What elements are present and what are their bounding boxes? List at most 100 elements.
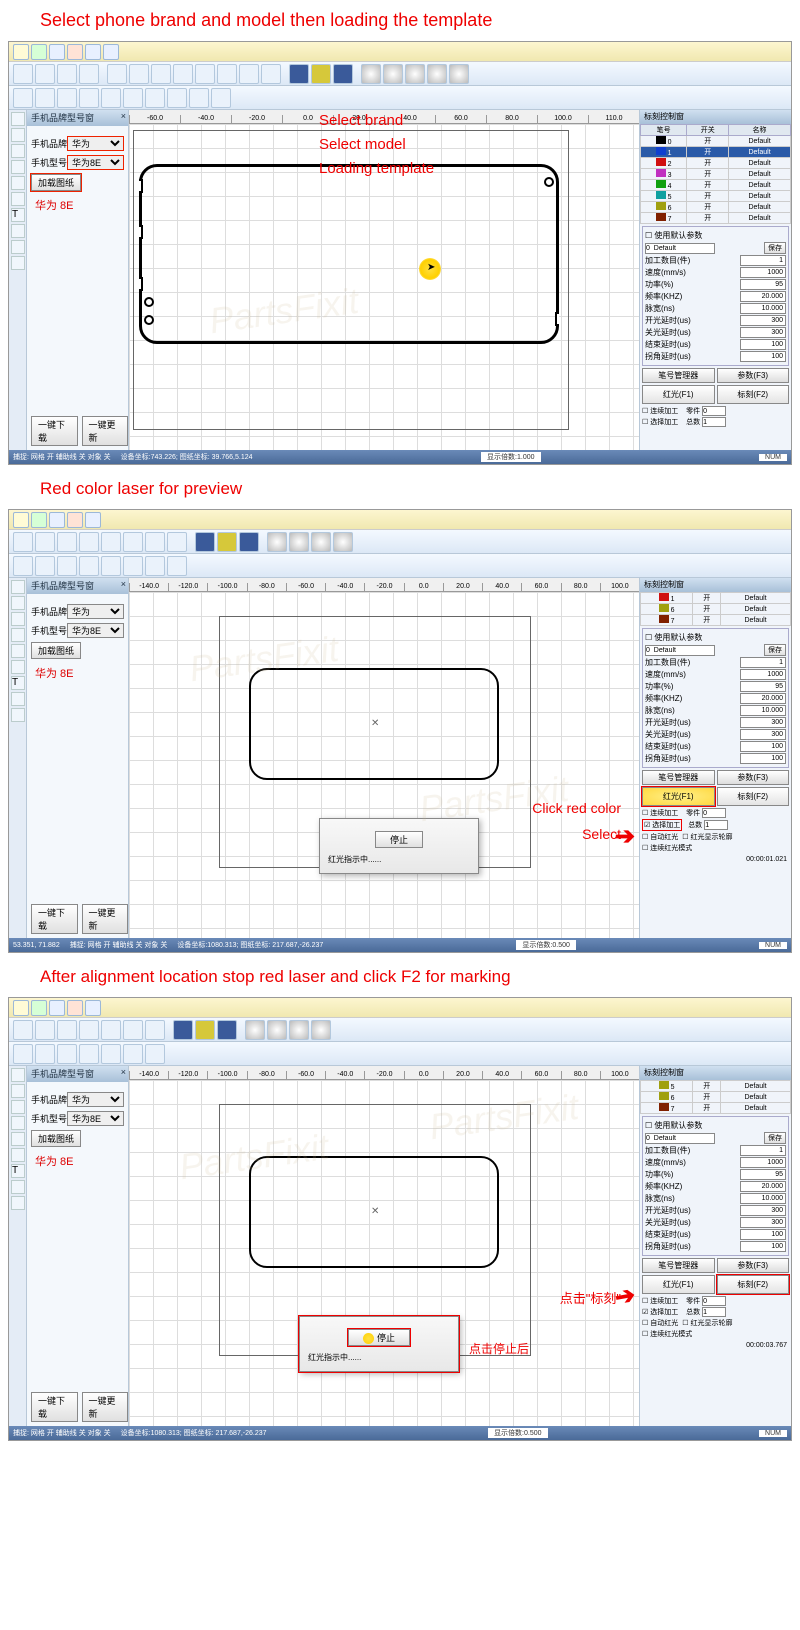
param-f3-button[interactable]: 参数(F3) [717,770,790,785]
menu-undo-icon[interactable] [67,44,83,60]
tool-btn[interactable] [217,64,237,84]
param-input[interactable] [740,1241,786,1252]
tool-icon[interactable] [11,580,25,594]
param-input[interactable] [740,681,786,692]
parts-input[interactable] [702,1296,726,1306]
tool-icon[interactable] [11,628,25,642]
save-btn[interactable]: 保存 [764,1132,786,1144]
brand-select[interactable]: 华为 [67,604,124,619]
param-input[interactable] [740,327,786,338]
menu-open-icon[interactable] [31,44,47,60]
close-icon[interactable]: × [121,1067,126,1077]
total-input[interactable] [702,417,726,427]
select-tool-icon[interactable] [11,112,25,126]
tool-btn[interactable] [35,1020,55,1040]
param-input[interactable] [740,291,786,302]
zoom-icon[interactable] [383,64,403,84]
shape-tool[interactable] [35,1044,55,1064]
tool-btn[interactable] [123,532,143,552]
tool-btn[interactable] [239,532,259,552]
menu-new-icon[interactable] [13,44,29,60]
tool-icon[interactable] [11,1180,25,1194]
tool-btn[interactable] [57,1020,77,1040]
zoom-icon[interactable] [427,64,447,84]
shape-tool[interactable] [211,88,231,108]
zoom-icon[interactable] [449,64,469,84]
update-button[interactable]: 一键更新 [82,904,129,934]
total-input[interactable] [704,820,728,830]
zoom-icon[interactable] [311,1020,331,1040]
tool-btn[interactable] [173,1020,193,1040]
tool-hatch-icon[interactable] [289,64,309,84]
shape-tool[interactable] [145,1044,165,1064]
tool-btn[interactable] [145,532,165,552]
close-icon[interactable]: × [121,579,126,589]
load-template-button[interactable]: 加载图纸 [31,642,81,659]
param-input[interactable] [740,1145,786,1156]
shape-tool[interactable] [189,88,209,108]
zoom-icon[interactable] [289,532,309,552]
brand-select[interactable]: 华为 [67,136,124,151]
mark-f2-button[interactable]: 标刻(F2) [717,385,790,404]
shape-tool[interactable] [101,1044,121,1064]
line-tool-icon[interactable] [11,128,25,142]
circle-tool-icon[interactable] [11,176,25,190]
param-input[interactable] [740,741,786,752]
tool-btn[interactable] [35,532,55,552]
shape-tool[interactable] [79,88,99,108]
brand-select[interactable]: 华为 [67,1092,124,1107]
save-btn[interactable]: 保存 [764,644,786,656]
tool-btn[interactable] [217,532,237,552]
menu-redo-icon[interactable] [85,44,101,60]
zoom-icon[interactable] [333,532,353,552]
tool-icon[interactable] [11,1148,25,1162]
tool-btn[interactable] [13,1020,33,1040]
parts-input[interactable] [702,406,726,416]
tool-btn[interactable] [107,64,127,84]
parts-input[interactable] [702,808,726,818]
menu-save-icon[interactable] [49,44,65,60]
shape-tool[interactable] [123,556,143,576]
param-input[interactable] [740,1229,786,1240]
tool-btn[interactable] [217,1020,237,1040]
update-button[interactable]: 一键更新 [82,416,129,446]
param-input[interactable] [740,717,786,728]
menu-icon[interactable] [49,512,65,528]
rect-tool-icon[interactable] [11,160,25,174]
download-button[interactable]: 一键下载 [31,904,78,934]
menu-cut-icon[interactable] [103,44,119,60]
tool-icon[interactable]: T [11,676,25,690]
shape-tool[interactable] [167,556,187,576]
menu-icon[interactable] [67,512,83,528]
save-param-btn[interactable]: 保存 [764,242,786,254]
shape-tool[interactable] [167,88,187,108]
model-select[interactable]: 华为8E [67,155,124,170]
tool-btn[interactable] [57,532,77,552]
stop-button[interactable]: 停止 [348,1329,410,1346]
load-template-button[interactable]: 加载图纸 [31,174,81,191]
tool-btn[interactable] [35,64,55,84]
pen-table[interactable]: 笔号开关名称 0开Default 1开Default 2开Default 3开D… [640,124,791,224]
tool-icon[interactable] [11,660,25,674]
download-button[interactable]: 一键下载 [31,1392,78,1422]
shape-tool[interactable] [13,88,33,108]
shape-tool[interactable] [57,1044,77,1064]
tool-btn[interactable] [79,1020,99,1040]
zoom-icon[interactable] [405,64,425,84]
stop-button[interactable]: 停止 [375,831,423,848]
curve-tool-icon[interactable] [11,144,25,158]
param-input[interactable] [740,669,786,680]
red-light-f1-button[interactable]: 红光(F1) [642,385,715,404]
menu-icon[interactable] [13,1000,29,1016]
shape-tool[interactable] [57,556,77,576]
param-f3-button[interactable]: 参数(F3) [717,1258,790,1273]
zoom-icon[interactable] [267,1020,287,1040]
menu-icon[interactable] [31,512,47,528]
shape-tool[interactable] [123,1044,143,1064]
polygon-tool-icon[interactable] [11,192,25,206]
zoom-icon[interactable] [289,1020,309,1040]
param-input[interactable] [740,1205,786,1216]
download-button[interactable]: 一键下载 [31,416,78,446]
tool-btn[interactable] [101,532,121,552]
tool-icon[interactable] [11,596,25,610]
